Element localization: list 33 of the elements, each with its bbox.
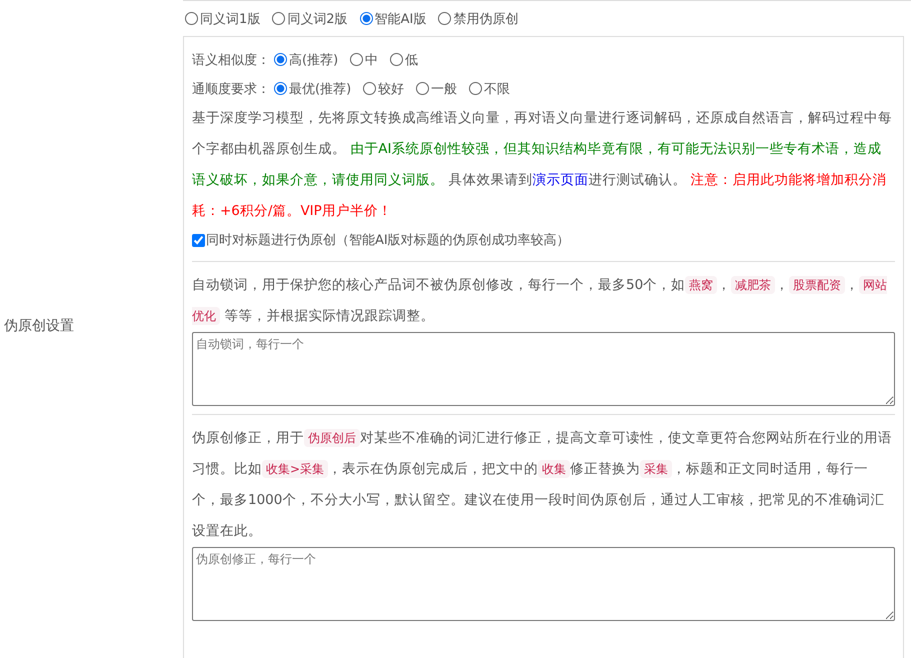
- checkbox[interactable]: [192, 234, 205, 246]
- radio-button[interactable]: [438, 12, 452, 25]
- radio-button[interactable]: [416, 82, 430, 95]
- radio-button[interactable]: [469, 82, 482, 95]
- option-label[interactable]: 较好: [378, 80, 404, 98]
- lock-words-field[interactable]: 自动锁词，每行一个: [192, 332, 895, 406]
- description-text: 自动锁词，用于保护您的核心产品词不被伪原创修改，每行一个，最多50个，如 燕窝 ， 减肥茶 ， 股票配资 ， 网站优化 等等，并根据实际情况跟踪调整。: [192, 275, 888, 327]
- settings-label: 伪原创设置: [4, 317, 74, 335]
- radio-button[interactable]: [360, 12, 373, 25]
- option-label[interactable]: 禁用伪原创: [453, 10, 518, 28]
- description-text: 伪原创修正，用于 伪原创后 对某些不准确的词汇进行修正，提高文章可读性，使文章更符合您网站所在行业的用语习惯。比如 收集>采集 ，表示在伪原创完成后，把文中的 收集 修正替换为 采集 ，标题和正文同时适用，每行一个，最多1000个，不分大小写，默认留空。建议在使用一段时间伪原创后，通过人工审核，把常见的不准确词汇设置在此。: [192, 428, 893, 541]
- radio-button[interactable]: [363, 82, 376, 95]
- radio-button[interactable]: [272, 12, 286, 25]
- option-label[interactable]: 一般: [431, 80, 458, 98]
- option-label[interactable]: 智能AI版: [374, 10, 426, 28]
- similarity-label: 语义相似度：: [192, 52, 270, 68]
- option-label[interactable]: 低: [405, 50, 418, 68]
- option-label[interactable]: 最优(推荐): [289, 80, 352, 98]
- radio-button[interactable]: [185, 12, 198, 25]
- radio-button[interactable]: [274, 82, 287, 95]
- option-label[interactable]: 不限: [484, 80, 510, 98]
- fluency-label: 通顺度要求：: [192, 80, 270, 98]
- option-label[interactable]: 高(推荐): [289, 50, 338, 68]
- demo-link[interactable]: 演示页面: [532, 172, 588, 188]
- checkbox-label[interactable]: 同时对标题进行伪原创（智能AI版对标题的伪原创成功率较高）: [206, 231, 570, 249]
- radio-button[interactable]: [274, 53, 287, 66]
- radio-button[interactable]: [390, 53, 404, 66]
- radio-button[interactable]: [350, 53, 364, 66]
- correction-field[interactable]: 伪原创修正，每行一个: [192, 547, 895, 621]
- option-label[interactable]: 中: [365, 50, 378, 68]
- option-label[interactable]: 同义词1版: [200, 10, 260, 28]
- description-text: 基于深度学习模型，先将原文转换成高维语义向量，再对语义向量进行逐词解码，还原成自然语言，解码过程中每个字都由机器原创生成。 由于AI系统原创性较强，但其知识结构毕竟有限，有可能无法识别一些专有术语，造成语义破坏，如果介意，请使用同义词版。 具体效果请到演示页面进行测试确认。 注意：启用此功能将增加积分消耗：+6积分/篇。VIP用户半价！: [192, 109, 893, 221]
- option-label[interactable]: 同义词2版: [287, 10, 348, 28]
